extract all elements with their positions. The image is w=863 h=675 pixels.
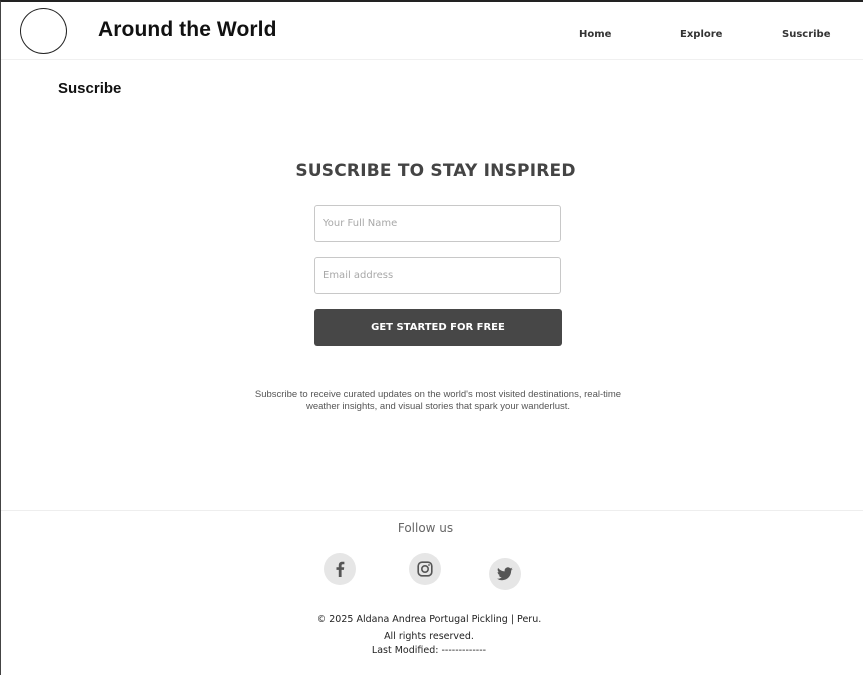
page-title: Suscribe bbox=[58, 80, 122, 97]
nav-link-home[interactable]: Home bbox=[579, 29, 611, 40]
nav-link-explore[interactable]: Explore bbox=[680, 29, 722, 40]
form-title: SUSCRIBE TO STAY INSPIRED bbox=[295, 161, 576, 181]
site-header: Around the World Home Explore Suscribe bbox=[1, 2, 863, 60]
nav-link-suscribe[interactable]: Suscribe bbox=[782, 29, 831, 40]
instagram-link[interactable] bbox=[409, 553, 441, 585]
instagram-icon bbox=[417, 561, 433, 577]
footer-divider bbox=[1, 510, 863, 511]
main-nav: Home Explore Suscribe bbox=[1, 29, 863, 45]
email-input[interactable] bbox=[314, 257, 561, 294]
facebook-link[interactable] bbox=[324, 553, 356, 585]
follow-us-label: Follow us bbox=[397, 521, 454, 535]
facebook-icon bbox=[336, 561, 345, 577]
subscribe-description: Subscribe to receive curated updates on … bbox=[254, 389, 622, 412]
full-name-input[interactable] bbox=[314, 205, 561, 242]
copyright-text: © 2025 Aldana Andrea Portugal Pickling |… bbox=[316, 614, 542, 642]
twitter-link[interactable] bbox=[489, 558, 521, 590]
last-modified-text: Last Modified: ------------- bbox=[371, 645, 487, 656]
get-started-button[interactable]: GET STARTED FOR FREE bbox=[314, 309, 562, 346]
twitter-icon bbox=[497, 567, 513, 581]
